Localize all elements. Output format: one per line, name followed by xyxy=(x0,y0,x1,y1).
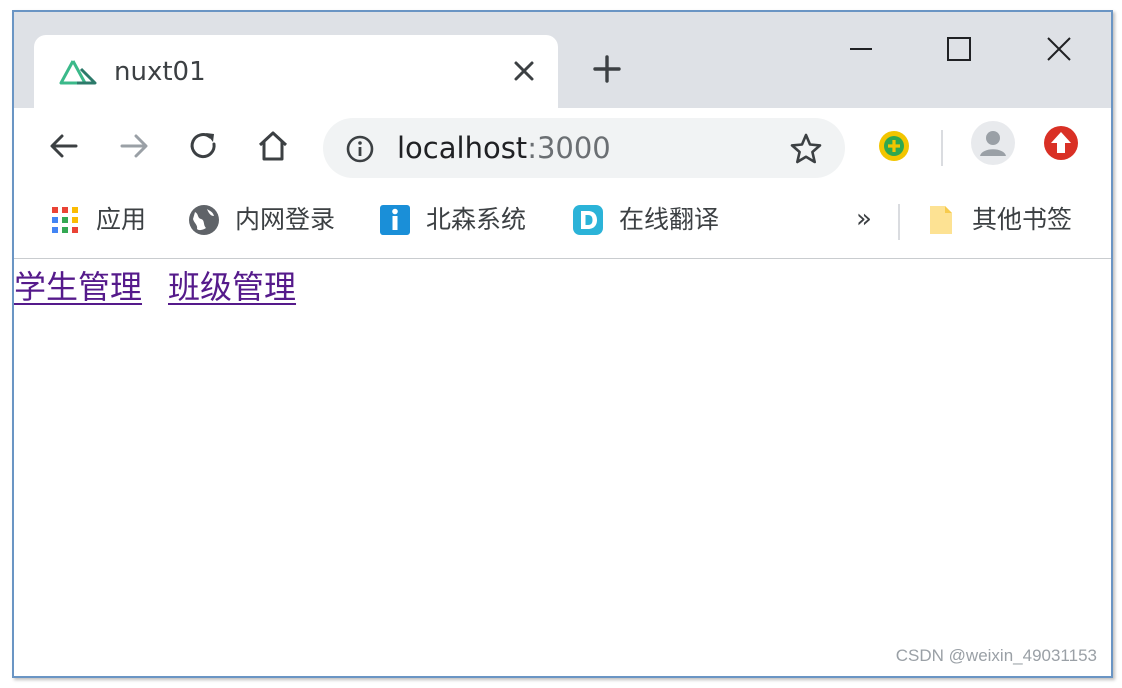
bookmark-label: 应用 xyxy=(96,205,147,234)
bookmark-online-translate[interactable]: 在线翻译 xyxy=(571,202,719,238)
tab-title: nuxt01 xyxy=(114,57,206,87)
url-text[interactable]: localhost:3000 xyxy=(397,131,611,165)
bookmark-label: 内网登录 xyxy=(235,205,336,234)
globe-icon xyxy=(189,205,219,235)
class-management-link[interactable]: 班级管理 xyxy=(168,267,296,307)
bookmarks-divider xyxy=(898,204,900,240)
url-host: localhost xyxy=(397,131,528,165)
back-arrow-icon[interactable] xyxy=(46,128,82,164)
new-tab-plus-icon[interactable] xyxy=(590,52,624,86)
bookmark-star-icon[interactable] xyxy=(789,132,823,166)
watermark: CSDN @weixin_49031153 xyxy=(895,646,1097,665)
info-circle-icon[interactable] xyxy=(345,134,375,164)
navigation-toolbar: localhost:3000 xyxy=(14,108,1111,182)
translate-d-icon xyxy=(573,205,603,235)
minimize-icon[interactable] xyxy=(844,32,878,66)
bookmark-label: 在线翻译 xyxy=(619,205,720,234)
toolbar-divider xyxy=(941,130,943,166)
apps-grid-icon xyxy=(52,207,78,233)
extension-upload-icon[interactable] xyxy=(1042,124,1080,162)
page-content: 学生管理 班级管理 CSDN @weixin_49031153 xyxy=(14,259,1111,676)
bookmark-intranet-login[interactable]: 内网登录 xyxy=(187,202,335,238)
tab-nuxt01[interactable]: nuxt01 xyxy=(34,35,558,111)
bookmark-apps[interactable]: 应用 xyxy=(48,202,146,238)
bookmarks-overflow-button[interactable]: » xyxy=(856,206,872,232)
nuxt-logo-icon xyxy=(59,60,97,85)
browser-window: nuxt01 localhost:3000 应用 内网登录 北森系统 在线翻译 … xyxy=(12,10,1113,678)
extension-plus-icon[interactable] xyxy=(876,128,912,164)
student-management-link[interactable]: 学生管理 xyxy=(14,267,142,307)
close-icon[interactable] xyxy=(508,55,540,87)
tab-strip: nuxt01 xyxy=(14,12,1111,111)
url-port: :3000 xyxy=(527,131,611,165)
bookmark-other[interactable]: 其他书签 xyxy=(924,202,1072,238)
info-square-icon xyxy=(380,205,410,235)
home-icon[interactable] xyxy=(255,128,291,164)
folder-icon xyxy=(930,206,952,234)
close-icon[interactable] xyxy=(1042,32,1076,66)
bookmark-label: 北森系统 xyxy=(426,205,527,234)
bookmarks-bar: 应用 内网登录 北森系统 在线翻译 » 其他书签 xyxy=(14,182,1111,259)
profile-avatar-icon[interactable] xyxy=(970,120,1016,166)
maximize-icon[interactable] xyxy=(942,32,976,66)
forward-arrow-icon[interactable] xyxy=(116,128,152,164)
reload-icon[interactable] xyxy=(186,128,222,164)
address-bar[interactable]: localhost:3000 xyxy=(323,118,845,178)
bookmark-label: 其他书签 xyxy=(972,205,1073,234)
bookmark-beisen[interactable]: 北森系统 xyxy=(378,202,526,238)
